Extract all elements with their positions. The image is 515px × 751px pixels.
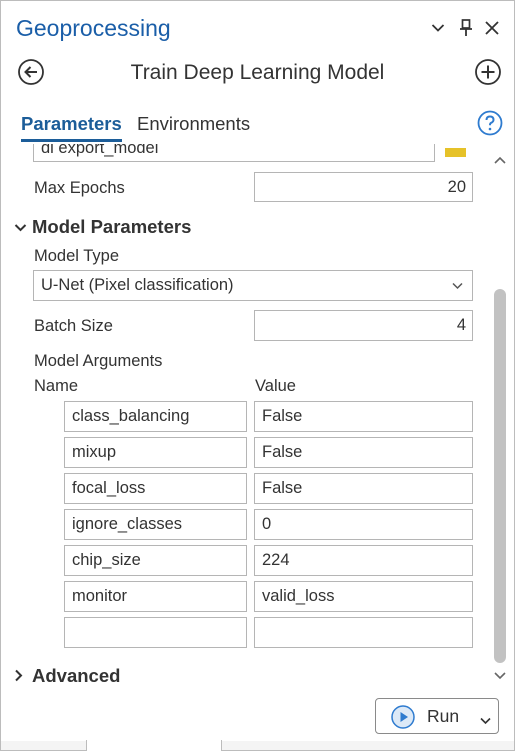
argument-value-cell[interactable]: False: [254, 473, 473, 504]
argument-name-cell[interactable]: chip_size: [64, 545, 247, 576]
model-type-value: U-Net (Pixel classification): [41, 276, 234, 294]
scrollbar[interactable]: [491, 144, 513, 696]
argument-name-cell[interactable]: class_balancing: [64, 401, 247, 432]
argument-value-cell[interactable]: False: [254, 437, 473, 468]
section-title: Model Parameters: [32, 216, 192, 237]
model-parameters-section[interactable]: Model Parameters: [14, 216, 191, 238]
argument-name-cell[interactable]: [64, 617, 247, 648]
column-header-value: Value: [255, 377, 296, 395]
play-icon: [391, 705, 415, 734]
tool-title: Train Deep Learning Model: [130, 61, 385, 84]
chevron-down-icon[interactable]: [425, 13, 451, 43]
max-epochs-label: Max Epochs: [34, 179, 125, 197]
model-arguments-label: Model Arguments: [34, 352, 163, 370]
help-icon[interactable]: [477, 110, 503, 136]
batch-size-input[interactable]: 4: [254, 310, 473, 341]
column-header-name: Name: [34, 377, 79, 395]
folder-icon[interactable]: [445, 148, 466, 157]
max-epochs-input[interactable]: 20: [254, 172, 473, 202]
run-button[interactable]: Run: [375, 698, 499, 734]
pane-tab[interactable]: [86, 740, 222, 751]
section-title: Advanced: [32, 665, 121, 686]
tab-parameters[interactable]: Parameters: [21, 113, 122, 142]
batch-size-label: Batch Size: [34, 317, 113, 335]
pane-header: Geoprocessing: [1, 1, 514, 53]
scroll-down-icon[interactable]: [491, 666, 509, 684]
pane-title: Geoprocessing: [16, 15, 171, 41]
chevron-right-icon: [14, 665, 32, 687]
pin-icon[interactable]: [453, 13, 479, 43]
argument-name-cell[interactable]: mixup: [64, 437, 247, 468]
run-label: Run: [427, 706, 460, 726]
chevron-down-icon[interactable]: [480, 712, 491, 730]
argument-value-cell[interactable]: [254, 617, 473, 648]
model-type-dropdown[interactable]: U-Net (Pixel classification): [33, 270, 473, 301]
output-model-field[interactable]: dl export_model: [33, 144, 435, 162]
chevron-down-icon: [452, 271, 463, 300]
argument-name-cell[interactable]: monitor: [64, 581, 247, 612]
argument-value-cell[interactable]: False: [254, 401, 473, 432]
scroll-up-icon[interactable]: [491, 152, 509, 170]
scroll-thumb[interactable]: [494, 289, 506, 663]
parameters-panel: dl export_model Max Epochs 20 Model Para…: [1, 144, 491, 696]
tool-header: Train Deep Learning Model: [1, 53, 514, 97]
argument-value-cell[interactable]: 0: [254, 509, 473, 540]
advanced-section[interactable]: Advanced: [14, 665, 120, 687]
geoprocessing-pane: Geoprocessing Train Deep Learning Model: [0, 0, 515, 751]
tab-environments[interactable]: Environments: [137, 113, 250, 139]
plus-circle-icon[interactable]: [474, 58, 502, 86]
argument-value-cell[interactable]: valid_loss: [254, 581, 473, 612]
argument-value-cell[interactable]: 224: [254, 545, 473, 576]
chevron-down-icon: [14, 216, 32, 238]
bottom-tab-strip: [1, 741, 514, 750]
model-type-label: Model Type: [34, 247, 119, 265]
argument-name-cell[interactable]: ignore_classes: [64, 509, 247, 540]
close-icon[interactable]: [479, 13, 505, 43]
tab-bar: Parameters Environments: [1, 101, 514, 142]
argument-name-cell[interactable]: focal_loss: [64, 473, 247, 504]
